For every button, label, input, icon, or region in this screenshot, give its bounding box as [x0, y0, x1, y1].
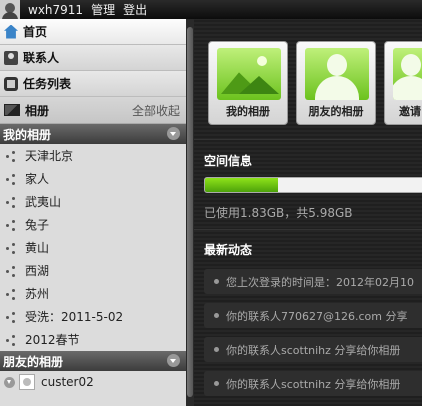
bullet-icon	[214, 313, 219, 318]
friend-albums-tile[interactable]: 朋友的相册	[296, 41, 376, 125]
sidebar: 首页 联系人 任务列表 相册 全部收起 我的相册 天津北京家人武夷山兔子黄山西湖…	[0, 19, 186, 406]
album-item[interactable]: 武夷山	[0, 190, 186, 213]
share-icon	[6, 288, 16, 300]
my-albums-tile[interactable]: 我的相册	[208, 41, 288, 125]
contacts-icon	[4, 50, 18, 65]
divider	[194, 229, 422, 230]
share-icon	[6, 311, 16, 323]
friend-albums-tile-label: 朋友的相册	[308, 105, 364, 118]
storage-progress-fill	[205, 178, 278, 192]
chevron-down-icon[interactable]	[167, 127, 180, 140]
activity-item[interactable]: 你的联系人scottnihz 分享给你相册	[204, 371, 422, 396]
sidebar-scrollbar[interactable]	[186, 19, 194, 406]
bullet-icon	[214, 347, 219, 352]
album-item[interactable]: 家人	[0, 167, 186, 190]
album-item-label: 武夷山	[25, 195, 62, 209]
avatar[interactable]	[0, 0, 20, 19]
my-albums-tile-label: 我的相册	[226, 105, 270, 118]
manage-link[interactable]: 管理	[91, 1, 115, 18]
scrollbar-thumb[interactable]	[187, 27, 193, 397]
activity-item[interactable]: 您上次登录的时间是：2012年02月10	[204, 269, 422, 294]
albums-label: 相册	[25, 103, 50, 118]
album-item[interactable]: 苏州	[0, 282, 186, 305]
invite-tile[interactable]: 邀请	[384, 41, 422, 125]
activity-text: 你的联系人scottnihz 分享给你相册	[226, 377, 401, 391]
activity-item[interactable]: 你的联系人scottnihz 分享给你相册	[204, 337, 422, 362]
album-item[interactable]: 天津北京	[0, 144, 186, 167]
activity-text: 你的联系人770627@126.com 分享	[226, 309, 408, 323]
divider	[194, 139, 422, 140]
share-icon	[6, 265, 16, 277]
activity-title: 最新动态	[204, 243, 253, 257]
friend-albums-title: 朋友的相册	[3, 354, 64, 369]
nav-tasks[interactable]: 任务列表	[0, 71, 186, 97]
share-icon	[6, 219, 16, 231]
album-item[interactable]: 受洗：2011-5-02	[0, 305, 186, 328]
friend-albums-header[interactable]: 朋友的相册	[0, 351, 186, 371]
albums-row[interactable]: 相册 全部收起	[0, 97, 186, 124]
album-item-label: 兔子	[25, 218, 50, 232]
share-icon	[6, 242, 16, 254]
nav-home-label: 首页	[23, 25, 48, 39]
home-icon	[4, 24, 18, 39]
main-panel: 我的相册 朋友的相册 邀请 空间信息 已使用1.83GB，共5.98GB 最新动…	[194, 19, 422, 406]
nav-contacts-label: 联系人	[23, 51, 60, 65]
activity-text: 你的联系人scottnihz 分享给你相册	[226, 343, 401, 357]
expand-icon[interactable]	[4, 376, 15, 388]
share-icon	[6, 173, 16, 185]
album-item-label: 黄山	[25, 241, 50, 255]
album-item-label: 受洗：2011-5-02	[25, 310, 124, 324]
storage-usage-text: 已使用1.83GB，共5.98GB	[204, 206, 353, 220]
bullet-icon	[214, 381, 219, 386]
album-item-label: 2012春节	[25, 333, 80, 347]
my-albums-title: 我的相册	[3, 127, 52, 142]
storage-progress-bar	[204, 177, 422, 193]
my-albums-header[interactable]: 我的相册	[0, 124, 186, 144]
album-item[interactable]: 西湖	[0, 259, 186, 282]
top-bar: wxh7911 管理 登出	[0, 0, 422, 19]
friend-album-label: custer02	[41, 375, 94, 389]
activity-text: 您上次登录的时间是：2012年02月10	[226, 275, 414, 289]
share-icon	[6, 334, 16, 346]
activity-item[interactable]: 你的联系人770627@126.com 分享	[204, 303, 422, 328]
invite-icon	[393, 48, 422, 100]
landscape-photo-icon	[217, 48, 281, 100]
friend-album-item[interactable]: custer02	[0, 371, 186, 393]
space-info-title: 空间信息	[204, 154, 253, 168]
username[interactable]: wxh7911	[28, 3, 83, 17]
share-icon	[6, 196, 16, 208]
album-item-label: 苏州	[25, 287, 50, 301]
bullet-icon	[214, 279, 219, 284]
album-icon	[4, 104, 20, 116]
album-item[interactable]: 黄山	[0, 236, 186, 259]
album-item[interactable]: 2012春节	[0, 328, 186, 351]
nav-tasks-label: 任务列表	[23, 77, 72, 91]
nav-home[interactable]: 首页	[0, 19, 186, 45]
tasks-icon	[4, 76, 18, 91]
friend-avatar-icon	[19, 374, 35, 390]
share-icon	[6, 150, 16, 162]
invite-tile-label: 邀请	[399, 105, 421, 118]
nav-contacts[interactable]: 联系人	[0, 45, 186, 71]
logout-link[interactable]: 登出	[123, 1, 147, 18]
album-item-label: 西湖	[25, 264, 50, 278]
collapse-all-link[interactable]: 全部收起	[132, 102, 180, 119]
album-item-label: 天津北京	[25, 149, 74, 163]
my-albums-list: 天津北京家人武夷山兔子黄山西湖苏州受洗：2011-5-02 2012春节	[0, 144, 186, 351]
person-photo-icon	[305, 48, 369, 100]
album-item[interactable]: 兔子	[0, 213, 186, 236]
album-item-label: 家人	[25, 172, 50, 186]
chevron-down-icon[interactable]	[167, 354, 180, 367]
